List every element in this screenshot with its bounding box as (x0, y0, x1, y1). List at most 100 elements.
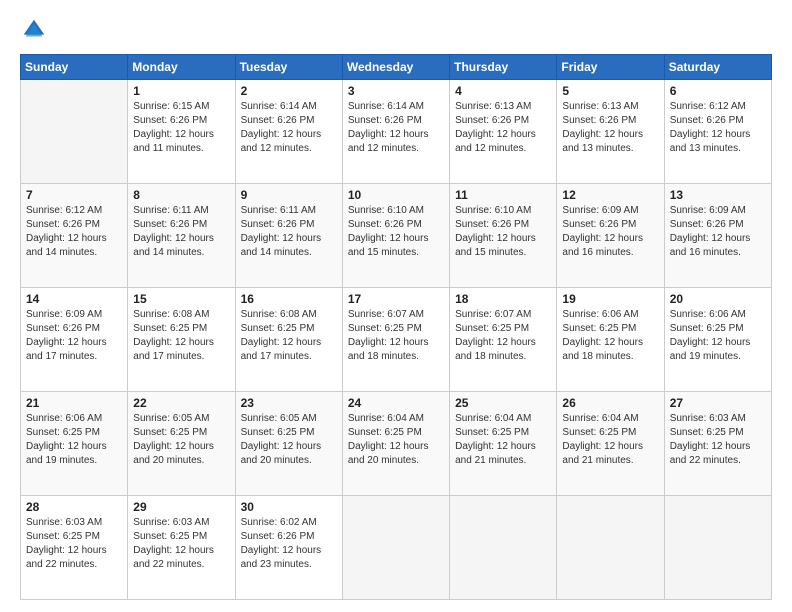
day-info: Sunrise: 6:05 AM Sunset: 6:25 PM Dayligh… (133, 412, 229, 468)
calendar-cell: 10 Sunrise: 6:10 AM Sunset: 6:26 PM Dayli… (342, 184, 449, 288)
header (20, 16, 772, 44)
calendar-cell (342, 496, 449, 600)
day-info: Sunrise: 6:07 AM Sunset: 6:25 PM Dayligh… (348, 308, 444, 364)
calendar-cell (557, 496, 664, 600)
day-number: 23 (241, 396, 337, 410)
day-info: Sunrise: 6:13 AM Sunset: 6:26 PM Dayligh… (455, 100, 551, 156)
calendar-cell: 2 Sunrise: 6:14 AM Sunset: 6:26 PM Daylig… (235, 80, 342, 184)
weekday-header-monday: Monday (128, 55, 235, 80)
day-number: 30 (241, 500, 337, 514)
calendar-cell: 28 Sunrise: 6:03 AM Sunset: 6:25 PM Dayli… (21, 496, 128, 600)
day-number: 22 (133, 396, 229, 410)
day-number: 18 (455, 292, 551, 306)
day-number: 5 (562, 84, 658, 98)
calendar-week-row: 7Sunrise: 6:12 AM Sunset: 6:26 PM Daylig… (21, 184, 772, 288)
calendar-week-row: 21 Sunrise: 6:06 AM Sunset: 6:25 PM Dayli… (21, 392, 772, 496)
calendar-cell (21, 80, 128, 184)
day-info: Sunrise: 6:13 AM Sunset: 6:26 PM Dayligh… (562, 100, 658, 156)
day-info: Sunrise: 6:09 AM Sunset: 6:26 PM Dayligh… (26, 308, 122, 364)
calendar-cell: 19Sunrise: 6:06 AM Sunset: 6:25 PM Dayli… (557, 288, 664, 392)
calendar-cell: 30 Sunrise: 6:02 AM Sunset: 6:26 PM Dayli… (235, 496, 342, 600)
day-info: Sunrise: 6:11 AM Sunset: 6:26 PM Dayligh… (133, 204, 229, 260)
day-number: 25 (455, 396, 551, 410)
day-number: 13 (670, 188, 766, 202)
day-info: Sunrise: 6:09 AM Sunset: 6:26 PM Dayligh… (562, 204, 658, 260)
day-number: 19 (562, 292, 658, 306)
day-number: 20 (670, 292, 766, 306)
day-number: 17 (348, 292, 444, 306)
logo-icon (20, 16, 48, 44)
day-number: 28 (26, 500, 122, 514)
calendar-cell: 20 Sunrise: 6:06 AM Sunset: 6:25 PM Dayli… (664, 288, 771, 392)
day-number: 10 (348, 188, 444, 202)
weekday-header-friday: Friday (557, 55, 664, 80)
calendar-cell: 17 Sunrise: 6:07 AM Sunset: 6:25 PM Dayli… (342, 288, 449, 392)
day-number: 9 (241, 188, 337, 202)
day-number: 27 (670, 396, 766, 410)
calendar-cell: 9 Sunrise: 6:11 AM Sunset: 6:26 PM Daylig… (235, 184, 342, 288)
calendar-cell: 5 Sunrise: 6:13 AM Sunset: 6:26 PM Daylig… (557, 80, 664, 184)
day-info: Sunrise: 6:14 AM Sunset: 6:26 PM Dayligh… (241, 100, 337, 156)
weekday-header-thursday: Thursday (450, 55, 557, 80)
calendar-cell: 23Sunrise: 6:05 AM Sunset: 6:25 PM Dayli… (235, 392, 342, 496)
calendar-cell: 24 Sunrise: 6:04 AM Sunset: 6:25 PM Dayli… (342, 392, 449, 496)
day-info: Sunrise: 6:15 AM Sunset: 6:26 PM Dayligh… (133, 100, 229, 156)
day-info: Sunrise: 6:04 AM Sunset: 6:25 PM Dayligh… (455, 412, 551, 468)
day-info: Sunrise: 6:11 AM Sunset: 6:26 PM Dayligh… (241, 204, 337, 260)
calendar-week-row: 1 Sunrise: 6:15 AM Sunset: 6:26 PM Daylig… (21, 80, 772, 184)
calendar-cell: 22 Sunrise: 6:05 AM Sunset: 6:25 PM Dayli… (128, 392, 235, 496)
day-number: 15 (133, 292, 229, 306)
day-number: 29 (133, 500, 229, 514)
calendar-cell: 4 Sunrise: 6:13 AM Sunset: 6:26 PM Daylig… (450, 80, 557, 184)
calendar-cell: 1 Sunrise: 6:15 AM Sunset: 6:26 PM Daylig… (128, 80, 235, 184)
weekday-header-saturday: Saturday (664, 55, 771, 80)
calendar-week-row: 28 Sunrise: 6:03 AM Sunset: 6:25 PM Dayli… (21, 496, 772, 600)
day-number: 21 (26, 396, 122, 410)
calendar-cell: 14 Sunrise: 6:09 AM Sunset: 6:26 PM Dayli… (21, 288, 128, 392)
calendar-cell: 8 Sunrise: 6:11 AM Sunset: 6:26 PM Daylig… (128, 184, 235, 288)
calendar-cell: 27 Sunrise: 6:03 AM Sunset: 6:25 PM Dayli… (664, 392, 771, 496)
calendar-cell: 7Sunrise: 6:12 AM Sunset: 6:26 PM Daylig… (21, 184, 128, 288)
day-info: Sunrise: 6:03 AM Sunset: 6:25 PM Dayligh… (670, 412, 766, 468)
day-info: Sunrise: 6:06 AM Sunset: 6:25 PM Dayligh… (26, 412, 122, 468)
day-info: Sunrise: 6:04 AM Sunset: 6:25 PM Dayligh… (562, 412, 658, 468)
day-number: 12 (562, 188, 658, 202)
day-number: 4 (455, 84, 551, 98)
calendar-cell: 15 Sunrise: 6:08 AM Sunset: 6:25 PM Dayli… (128, 288, 235, 392)
calendar-cell: 16 Sunrise: 6:08 AM Sunset: 6:25 PM Dayli… (235, 288, 342, 392)
calendar-cell (664, 496, 771, 600)
day-number: 2 (241, 84, 337, 98)
day-info: Sunrise: 6:03 AM Sunset: 6:25 PM Dayligh… (26, 516, 122, 572)
calendar-cell: 18 Sunrise: 6:07 AM Sunset: 6:25 PM Dayli… (450, 288, 557, 392)
calendar-cell: 25 Sunrise: 6:04 AM Sunset: 6:25 PM Dayli… (450, 392, 557, 496)
day-info: Sunrise: 6:14 AM Sunset: 6:26 PM Dayligh… (348, 100, 444, 156)
day-info: Sunrise: 6:08 AM Sunset: 6:25 PM Dayligh… (241, 308, 337, 364)
calendar-cell: 21 Sunrise: 6:06 AM Sunset: 6:25 PM Dayli… (21, 392, 128, 496)
weekday-header-row: SundayMondayTuesdayWednesdayThursdayFrid… (21, 55, 772, 80)
day-number: 1 (133, 84, 229, 98)
day-number: 6 (670, 84, 766, 98)
day-number: 7 (26, 188, 122, 202)
calendar-cell: 11Sunrise: 6:10 AM Sunset: 6:26 PM Dayli… (450, 184, 557, 288)
calendar-table: SundayMondayTuesdayWednesdayThursdayFrid… (20, 54, 772, 600)
day-info: Sunrise: 6:09 AM Sunset: 6:26 PM Dayligh… (670, 204, 766, 260)
day-number: 14 (26, 292, 122, 306)
calendar-cell: 26 Sunrise: 6:04 AM Sunset: 6:25 PM Dayli… (557, 392, 664, 496)
day-info: Sunrise: 6:07 AM Sunset: 6:25 PM Dayligh… (455, 308, 551, 364)
calendar-cell: 6Sunrise: 6:12 AM Sunset: 6:26 PM Daylig… (664, 80, 771, 184)
logo (20, 16, 52, 44)
calendar-cell: 3Sunrise: 6:14 AM Sunset: 6:26 PM Daylig… (342, 80, 449, 184)
calendar-cell: 13 Sunrise: 6:09 AM Sunset: 6:26 PM Dayli… (664, 184, 771, 288)
calendar-week-row: 14 Sunrise: 6:09 AM Sunset: 6:26 PM Dayli… (21, 288, 772, 392)
day-number: 16 (241, 292, 337, 306)
day-info: Sunrise: 6:04 AM Sunset: 6:25 PM Dayligh… (348, 412, 444, 468)
day-info: Sunrise: 6:10 AM Sunset: 6:26 PM Dayligh… (348, 204, 444, 260)
calendar-cell: 29Sunrise: 6:03 AM Sunset: 6:25 PM Dayli… (128, 496, 235, 600)
day-info: Sunrise: 6:08 AM Sunset: 6:25 PM Dayligh… (133, 308, 229, 364)
day-info: Sunrise: 6:02 AM Sunset: 6:26 PM Dayligh… (241, 516, 337, 572)
day-number: 26 (562, 396, 658, 410)
day-info: Sunrise: 6:06 AM Sunset: 6:25 PM Dayligh… (670, 308, 766, 364)
day-number: 8 (133, 188, 229, 202)
day-number: 24 (348, 396, 444, 410)
page: SundayMondayTuesdayWednesdayThursdayFrid… (0, 0, 792, 612)
